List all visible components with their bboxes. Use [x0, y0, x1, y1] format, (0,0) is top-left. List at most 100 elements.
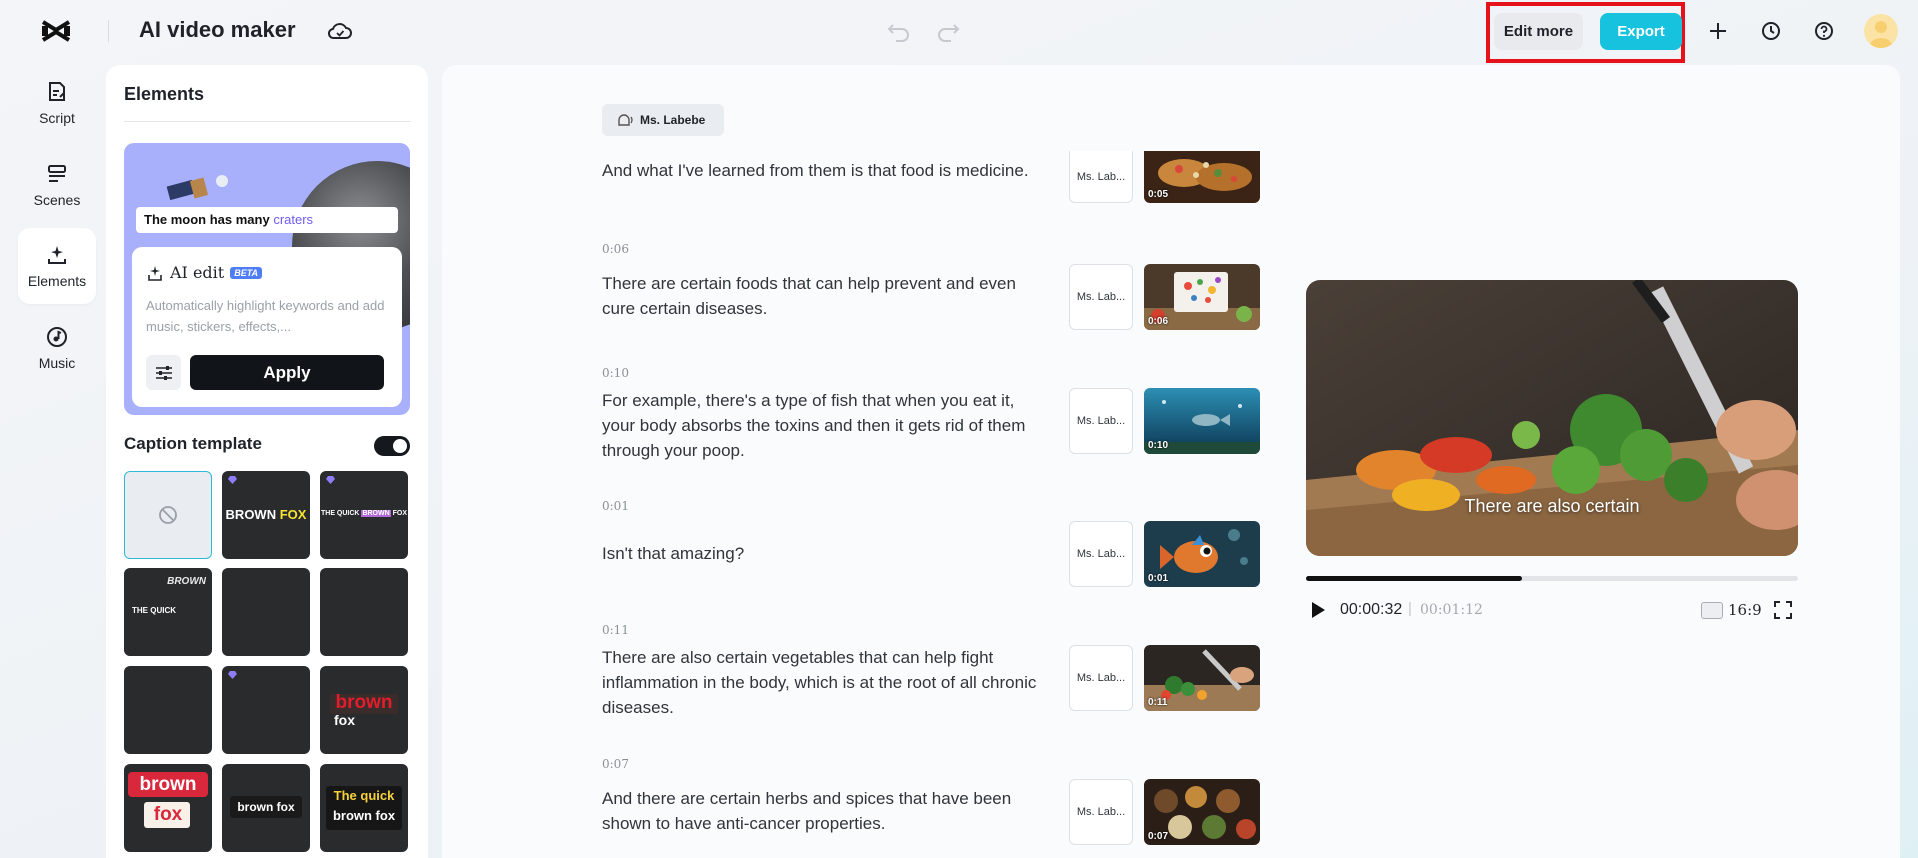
segment-text[interactable]: There are certain foods that can help pr… — [602, 271, 1042, 321]
total-time: 00:01:12 — [1420, 602, 1483, 618]
template-text: brown — [139, 774, 197, 795]
edit-more-button[interactable]: Edit more — [1494, 13, 1583, 50]
top-bar: AI video maker Edit more Export — [0, 0, 1918, 63]
scene-thumbnail[interactable]: 0:01 — [1144, 521, 1260, 587]
scene-thumbnail[interactable]: 0:07 — [1144, 779, 1260, 845]
rail-item-scenes[interactable]: Scenes — [18, 147, 96, 223]
music-icon — [47, 327, 67, 347]
template-blank-3[interactable] — [124, 666, 212, 754]
template-text: THE QUICK — [132, 606, 176, 615]
template-text: BROWN — [225, 507, 277, 522]
template-brown-fox-box[interactable]: brown fox — [124, 764, 212, 852]
history-icon[interactable] — [1759, 19, 1783, 43]
settings-button[interactable] — [146, 355, 181, 390]
scene-thumbnail[interactable]: 0:05 — [1144, 151, 1260, 203]
segment-time: 0:11 — [602, 623, 629, 637]
preview-caption: There are also certain — [1464, 496, 1640, 516]
voice-selector[interactable]: Ms. Lab... — [1069, 779, 1133, 845]
panel-title: Elements — [124, 84, 205, 104]
template-text: brown — [335, 692, 393, 713]
ai-edit-box: AI edit BETA Automatically highlight key… — [132, 247, 402, 407]
undo-icon[interactable] — [887, 20, 911, 42]
voice-selector[interactable]: Ms. Lab... — [1069, 388, 1133, 454]
voice-speaker-icon — [618, 114, 633, 126]
beta-badge: BETA — [230, 266, 263, 279]
capcut-logo-icon[interactable] — [40, 18, 72, 44]
caption-template-title: Caption template — [124, 434, 262, 453]
playback-progress-fill — [1306, 576, 1523, 581]
voice-selector[interactable]: Ms. Lab... — [1069, 264, 1133, 330]
segment-time: 0:07 — [602, 757, 629, 771]
time-separator: | — [1408, 600, 1412, 617]
redo-icon[interactable] — [936, 20, 960, 42]
scene-thumbnail[interactable]: 0:06 — [1144, 264, 1260, 330]
moon-caption-sample: The moon has many craters — [136, 207, 398, 233]
sliders-icon — [155, 365, 172, 380]
segment-text[interactable]: There are also certain vegetables that c… — [602, 645, 1042, 720]
thumbnail-duration: 0:10 — [1148, 440, 1169, 451]
thumbnail-duration: 0:05 — [1148, 189, 1169, 200]
thumbnail-duration: 0:11 — [1148, 697, 1168, 708]
template-brown-fox-red[interactable]: brown fox — [320, 666, 408, 754]
segment-text[interactable]: And there are certain herbs and spices t… — [602, 786, 1042, 836]
voice-selector[interactable]: Ms. Lab... — [1069, 521, 1133, 587]
user-avatar[interactable] — [1864, 14, 1898, 48]
elements-icon — [48, 246, 66, 264]
template-brown-the-quick[interactable]: BROWN THE QUICK — [124, 568, 212, 656]
panel-divider — [124, 121, 411, 122]
template-text: FOX — [392, 510, 407, 517]
export-button[interactable]: Export — [1600, 13, 1682, 50]
template-text: fox — [153, 804, 183, 825]
template-none[interactable] — [124, 471, 212, 559]
script-icon — [49, 82, 65, 101]
template-text: THE QUICK — [320, 510, 360, 517]
aspect-ratio-icon[interactable] — [1701, 602, 1723, 619]
voice-selector[interactable]: Ms. Lab... — [1069, 151, 1133, 203]
template-blank-4[interactable] — [222, 666, 310, 754]
template-text: fox — [334, 712, 355, 728]
play-icon[interactable] — [1310, 601, 1326, 619]
template-text-highlight: BROWN — [361, 510, 391, 517]
segment-text[interactable]: Isn't that amazing? — [602, 541, 1042, 566]
premium-gem-icon — [228, 476, 237, 484]
rail-label: Music — [38, 355, 76, 371]
caption-keyword: craters — [273, 212, 314, 227]
apply-button[interactable]: Apply — [190, 355, 384, 390]
caption-template-toggle[interactable] — [374, 436, 410, 456]
playback-progress-bar[interactable] — [1306, 576, 1798, 581]
template-brown-fox-yellow[interactable]: BROWN FOX — [222, 471, 310, 559]
template-quick-brown-fox[interactable]: THE QUICK BROWN FOX — [320, 471, 408, 559]
scene-thumbnail[interactable]: 0:10 — [1144, 388, 1260, 454]
scene-thumbnail[interactable]: 0:11 — [1144, 645, 1260, 711]
rail-item-elements[interactable]: Elements — [18, 228, 96, 304]
segment-text[interactable]: And what I've learned from them is that … — [602, 158, 1042, 183]
segment-text[interactable]: For example, there's a type of fish that… — [602, 388, 1042, 463]
rail-item-music[interactable]: Music — [18, 310, 96, 386]
plus-icon[interactable] — [1706, 19, 1730, 43]
help-icon[interactable] — [1812, 19, 1836, 43]
rail-item-script[interactable]: Script — [18, 65, 96, 141]
ai-edit-description: Automatically highlight keywords and add… — [146, 298, 385, 334]
script-editor: Ms. Labebe And what I've learned from th… — [442, 65, 1900, 858]
video-preview[interactable]: There are also certain — [1306, 280, 1798, 556]
fullscreen-icon[interactable] — [1773, 600, 1793, 620]
template-brown-fox-dark[interactable]: brown fox — [222, 764, 310, 852]
elements-panel: Elements The moon has many craters AI ed… — [106, 65, 428, 858]
header-divider — [108, 20, 109, 42]
voice-selector[interactable]: Ms. Lab... — [1069, 645, 1133, 711]
app-title: AI video maker — [139, 17, 296, 42]
segment-time: 0:01 — [602, 499, 629, 513]
sparkle-edit-icon — [148, 265, 162, 281]
aspect-ratio-label[interactable]: 16:9 — [1728, 601, 1762, 619]
thumbnail-duration: 0:07 — [1148, 831, 1169, 842]
rail-label: Elements — [27, 273, 87, 289]
segment-time: 0:10 — [602, 366, 629, 380]
template-blank-2[interactable] — [320, 568, 408, 656]
template-quick-brown-fox-yellow[interactable]: The quick brown fox — [320, 764, 408, 852]
template-text: brown fox — [237, 800, 295, 814]
template-blank-1[interactable] — [222, 568, 310, 656]
satellite-illustration — [166, 175, 228, 201]
ai-edit-card: The moon has many craters AI edit BETA A… — [124, 143, 410, 415]
speaker-chip[interactable]: Ms. Labebe — [602, 104, 724, 136]
cloud-sync-icon[interactable] — [327, 19, 353, 43]
